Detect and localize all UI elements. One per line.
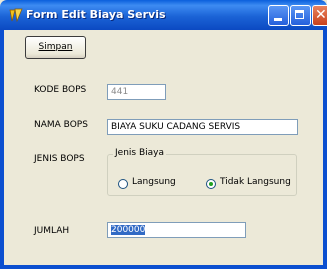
jenis-biaya-group bbox=[107, 154, 297, 196]
nama-bops-label: NAMA BOPS bbox=[34, 120, 88, 130]
nama-bops-value: BIAYA SUKU CADANG SERVIS bbox=[111, 122, 241, 132]
minimize-icon bbox=[274, 18, 282, 21]
radio-langsung-label[interactable]: Langsung bbox=[132, 177, 176, 187]
save-button[interactable]: Simpan bbox=[25, 36, 86, 59]
kode-bops-label: KODE BOPS bbox=[34, 85, 87, 95]
close-button[interactable]: ✕ bbox=[312, 5, 327, 26]
maximize-button[interactable] bbox=[290, 5, 311, 26]
jenis-biaya-group-title: Jenis Biaya bbox=[113, 148, 166, 158]
save-button-label: Simpan bbox=[38, 42, 73, 52]
window-border-right bbox=[323, 30, 327, 269]
radio-langsung[interactable] bbox=[118, 179, 128, 189]
jumlah-field[interactable]: 200000 bbox=[107, 222, 246, 238]
kode-bops-field[interactable]: 441 bbox=[107, 84, 166, 100]
jumlah-value: 200000 bbox=[111, 225, 146, 235]
window-border-bottom bbox=[0, 265, 327, 269]
window-border-left bbox=[0, 30, 4, 269]
window-title: Form Edit Biaya Servis bbox=[26, 8, 166, 21]
kode-bops-value: 441 bbox=[111, 87, 129, 97]
app-icon bbox=[9, 8, 23, 22]
close-icon: ✕ bbox=[315, 7, 327, 23]
jenis-bops-label: JENIS BOPS bbox=[34, 154, 85, 164]
nama-bops-field[interactable]: BIAYA SUKU CADANG SERVIS bbox=[107, 119, 298, 135]
minimize-button[interactable] bbox=[268, 5, 289, 26]
radio-tidak-langsung[interactable] bbox=[206, 179, 216, 189]
title-bar[interactable]: Form Edit Biaya Servis ✕ bbox=[0, 0, 327, 30]
maximize-icon bbox=[295, 10, 304, 19]
jumlah-label: JUMLAH bbox=[34, 226, 70, 236]
radio-tidak-langsung-label[interactable]: Tidak Langsung bbox=[220, 177, 291, 187]
form-window: Form Edit Biaya Servis ✕ Simpan KODE BOP… bbox=[0, 0, 327, 269]
